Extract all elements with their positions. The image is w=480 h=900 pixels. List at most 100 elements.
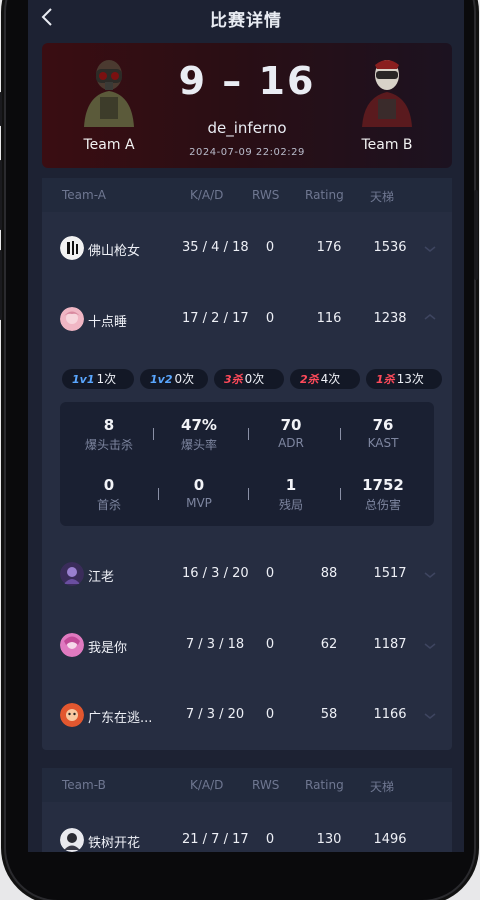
- player-ladder: 1517: [373, 566, 407, 581]
- player-rating: 176: [316, 240, 342, 255]
- badge-tag: 1v1: [72, 373, 95, 386]
- player-name: 铁树开花: [88, 836, 141, 851]
- table-header: Team-B K/A/D RWS Rating 天梯: [42, 768, 452, 802]
- phone-volume-down: [0, 250, 2, 320]
- team-a[interactable]: Team A: [64, 55, 154, 153]
- player-rws: 0: [265, 240, 275, 255]
- player-row[interactable]: 铁树开花 21 / 7 / 17 0 130 1496: [42, 820, 452, 852]
- player-rating: 62: [320, 637, 338, 652]
- top-bar: 比赛详情: [28, 0, 464, 38]
- player-ladder: 1496: [373, 832, 407, 847]
- player-detail-stats: 8 爆头击杀 47% 爆头率 70 ADR 76 KAST 0 首杀 0 MVP…: [60, 402, 434, 526]
- stat-label: 爆头率: [180, 438, 217, 452]
- stat-adr: 70 ADR: [246, 416, 336, 450]
- chevron-down-icon[interactable]: [420, 703, 440, 723]
- multikill-badges: 1v1 1次 1v2 0次 3杀 0次 2杀 4次 1杀 13次: [42, 366, 452, 392]
- team-a-name: Team A: [83, 137, 135, 153]
- player-name: 佛山枪女: [88, 244, 141, 259]
- player-rws: 0: [265, 832, 275, 847]
- stat-label: MVP: [186, 496, 212, 510]
- player-kda: 16 / 3 / 20: [182, 566, 248, 581]
- map-name: de_inferno: [207, 119, 287, 137]
- badge-3kill: 3杀 0次: [214, 369, 284, 389]
- app-screen: 比赛详情 Team A 9 – 16 de_inferno 2024-07-09…: [28, 0, 464, 852]
- phone-frame: 比赛详情 Team A 9 – 16 de_inferno 2024-07-09…: [0, 0, 478, 900]
- team-b-name: Team B: [361, 137, 413, 153]
- player-row[interactable]: 广东在逃... 7 / 3 / 20 0 58 1166: [42, 695, 452, 735]
- stat-headshot-kills: 8 爆头击杀: [64, 416, 154, 453]
- col-rating: Rating: [305, 188, 344, 202]
- player-name: 广东在逃...: [88, 711, 153, 726]
- player-kda: 7 / 3 / 20: [185, 707, 245, 722]
- player-kda: 21 / 7 / 17: [182, 832, 248, 847]
- player-rws: 0: [265, 566, 275, 581]
- player-ladder: 1166: [373, 707, 407, 722]
- stat-headshot-rate: 47% 爆头率: [154, 416, 244, 453]
- player-avatar: [60, 633, 84, 657]
- team-b-avatar: [362, 60, 412, 127]
- stat-value: 0: [103, 476, 115, 494]
- col-kda: K/A/D: [190, 188, 224, 202]
- stat-label: 首杀: [96, 498, 121, 512]
- badge-2kill: 2杀 4次: [290, 369, 360, 389]
- phone-side-button: [0, 92, 2, 126]
- player-ladder: 1238: [373, 311, 407, 326]
- badge-value: 13次: [396, 372, 424, 386]
- chevron-down-icon[interactable]: [420, 633, 440, 653]
- phone-power-button: [474, 190, 478, 280]
- stat-total-damage: 1752 总伤害: [338, 476, 428, 513]
- badge-1v1: 1v1 1次: [62, 369, 134, 389]
- col-ladder: 天梯: [370, 780, 395, 794]
- stat-label: ADR: [278, 436, 304, 450]
- player-kda: 7 / 3 / 18: [185, 637, 245, 652]
- player-rws: 0: [265, 707, 275, 722]
- team-a-avatar: [84, 60, 134, 127]
- chevron-down-icon[interactable]: [420, 562, 440, 582]
- chevron-up-icon[interactable]: [420, 307, 440, 327]
- player-rating: 58: [320, 707, 338, 722]
- player-avatar: [60, 562, 84, 586]
- stat-kast: 76 KAST: [338, 416, 428, 450]
- player-rws: 0: [265, 311, 275, 326]
- stat-clutch: 1 残局: [246, 476, 336, 513]
- col-ladder: 天梯: [370, 190, 395, 204]
- player-row-expanded[interactable]: 十点睡 17 / 2 / 17 0 116 1238: [42, 299, 452, 339]
- badge-tag: 2杀: [300, 373, 319, 386]
- player-avatar: [60, 828, 84, 852]
- badge-value: 1次: [96, 372, 117, 386]
- stat-label: 残局: [278, 498, 303, 512]
- badge-value: 0次: [174, 372, 195, 386]
- stat-value: 76: [372, 416, 394, 434]
- player-kda: 17 / 2 / 17: [182, 311, 248, 326]
- chevron-down-icon[interactable]: [420, 236, 440, 256]
- stat-value: 0: [193, 476, 205, 494]
- team-b[interactable]: Team B: [342, 55, 432, 153]
- stat-label: KAST: [367, 436, 399, 450]
- player-ladder: 1536: [373, 240, 407, 255]
- table-header: Team-A K/A/D RWS Rating 天梯: [42, 178, 452, 212]
- stat-label: 爆头击杀: [84, 438, 133, 452]
- badge-value: 0次: [244, 372, 265, 386]
- player-ladder: 1187: [373, 637, 407, 652]
- stat-value: 47%: [181, 416, 217, 434]
- player-rating: 88: [320, 566, 338, 581]
- player-kda: 35 / 4 / 18: [182, 240, 248, 255]
- team-a-stats-panel: Team-A K/A/D RWS Rating 天梯 佛山枪女 35 / 4 /…: [42, 178, 452, 750]
- player-name: 江老: [88, 570, 115, 585]
- col-team: Team-A: [62, 188, 106, 202]
- match-summary-card: Team A 9 – 16 de_inferno 2024-07-09 22:0…: [42, 43, 452, 168]
- stat-value: 70: [280, 416, 302, 434]
- team-b-stats-panel: Team-B K/A/D RWS Rating 天梯 铁树开花 21 / 7 /…: [42, 768, 452, 852]
- player-row[interactable]: 佛山枪女 35 / 4 / 18 0 176 1536: [42, 228, 452, 268]
- badge-1kill: 1杀 13次: [366, 369, 442, 389]
- player-name: 十点睡: [88, 315, 128, 330]
- col-rating: Rating: [305, 778, 344, 792]
- player-name: 我是你: [88, 641, 128, 656]
- phone-volume-up: [0, 160, 2, 230]
- stat-mvp: 0 MVP: [154, 476, 244, 510]
- player-rating: 130: [316, 832, 342, 847]
- stat-value: 8: [103, 416, 115, 434]
- player-row[interactable]: 江老 16 / 3 / 20 0 88 1517: [42, 554, 452, 594]
- player-avatar: [60, 307, 84, 331]
- player-row[interactable]: 我是你 7 / 3 / 18 0 62 1187: [42, 625, 452, 665]
